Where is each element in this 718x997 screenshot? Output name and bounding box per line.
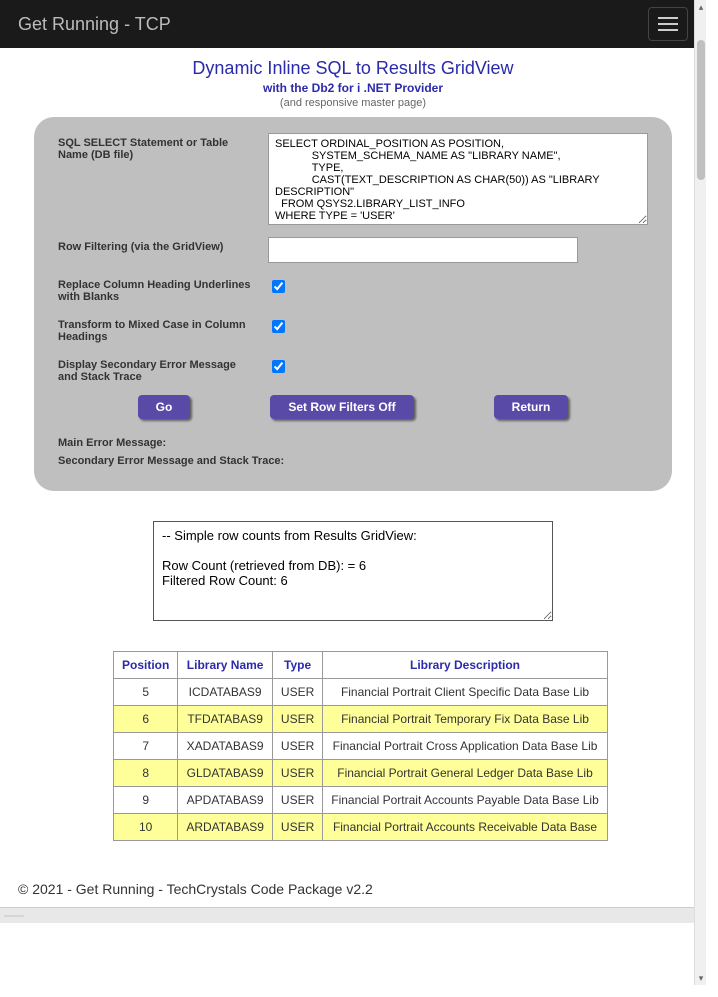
table-cell: Financial Portrait Client Specific Data … <box>323 679 607 706</box>
table-cell: Financial Portrait Accounts Payable Data… <box>323 787 607 814</box>
table-cell: TFDATABAS9 <box>178 706 273 733</box>
table-cell: USER <box>272 814 322 841</box>
mixed-case-label: Transform to Mixed Case in Column Headin… <box>58 315 268 343</box>
vertical-scrollbar[interactable]: ▴ ▾ <box>694 0 706 985</box>
sql-textarea[interactable] <box>268 133 648 225</box>
navbar: Get Running - TCP <box>0 0 706 48</box>
table-cell: GLDATABAS9 <box>178 760 273 787</box>
set-row-filters-off-button[interactable]: Set Row Filters Off <box>270 395 413 419</box>
table-cell: Financial Portrait Temporary Fix Data Ba… <box>323 706 607 733</box>
go-button[interactable]: Go <box>138 395 191 419</box>
navbar-brand[interactable]: Get Running - TCP <box>18 14 171 35</box>
table-row[interactable]: 5ICDATABAS9USERFinancial Portrait Client… <box>114 679 608 706</box>
table-cell: XADATABAS9 <box>178 733 273 760</box>
return-button[interactable]: Return <box>494 395 569 419</box>
col-header-position[interactable]: Position <box>114 652 178 679</box>
table-cell: ARDATABAS9 <box>178 814 273 841</box>
results-grid: Position Library Name Type Library Descr… <box>113 651 608 841</box>
mixed-case-checkbox[interactable] <box>272 320 285 333</box>
scroll-up-arrow[interactable]: ▴ <box>697 2 705 12</box>
table-cell: USER <box>272 733 322 760</box>
scroll-down-arrow[interactable]: ▾ <box>697 973 705 983</box>
page-title: Dynamic Inline SQL to Results GridView <box>0 58 706 79</box>
table-cell: APDATABAS9 <box>178 787 273 814</box>
status-bar: > <box>0 907 706 923</box>
stack-trace-checkbox[interactable] <box>272 360 285 373</box>
row-filter-label: Row Filtering (via the GridView) <box>58 237 268 253</box>
replace-underlines-checkbox[interactable] <box>272 280 285 293</box>
sql-label: SQL SELECT Statement or Table Name (DB f… <box>58 133 268 161</box>
form-panel: SQL SELECT Statement or Table Name (DB f… <box>34 117 672 491</box>
page-subtitle: with the Db2 for i .NET Provider <box>0 81 706 95</box>
table-cell: 6 <box>114 706 178 733</box>
row-count-log[interactable] <box>153 521 553 621</box>
col-header-library-name[interactable]: Library Name <box>178 652 273 679</box>
main-error-label: Main Error Message: <box>58 437 648 449</box>
table-cell: Financial Portrait General Ledger Data B… <box>323 760 607 787</box>
table-row[interactable]: 10ARDATABAS9USERFinancial Portrait Accou… <box>114 814 608 841</box>
table-cell: Financial Portrait Accounts Receivable D… <box>323 814 607 841</box>
table-cell: 7 <box>114 733 178 760</box>
table-row[interactable]: 8GLDATABAS9USERFinancial Portrait Genera… <box>114 760 608 787</box>
status-left <box>4 915 24 917</box>
table-cell: Financial Portrait Cross Application Dat… <box>323 733 607 760</box>
grid-header-row: Position Library Name Type Library Descr… <box>114 652 608 679</box>
table-cell: USER <box>272 787 322 814</box>
secondary-error-label: Secondary Error Message and Stack Trace: <box>58 455 648 467</box>
table-cell: 10 <box>114 814 178 841</box>
table-cell: USER <box>272 706 322 733</box>
table-cell: USER <box>272 760 322 787</box>
button-row: Go Set Row Filters Off Return <box>58 395 648 419</box>
page-footer: © 2021 - Get Running - TechCrystals Code… <box>18 881 706 897</box>
results-grid-wrap: Position Library Name Type Library Descr… <box>113 651 593 841</box>
table-row[interactable]: 7XADATABAS9USERFinancial Portrait Cross … <box>114 733 608 760</box>
table-cell: 9 <box>114 787 178 814</box>
table-cell: ICDATABAS9 <box>178 679 273 706</box>
col-header-library-description[interactable]: Library Description <box>323 652 607 679</box>
table-row[interactable]: 9APDATABAS9USERFinancial Portrait Accoun… <box>114 787 608 814</box>
scroll-thumb[interactable] <box>697 40 705 180</box>
replace-underlines-label: Replace Column Heading Underlines with B… <box>58 275 268 303</box>
page-note: (and responsive master page) <box>0 97 706 109</box>
row-filter-input[interactable] <box>268 237 578 263</box>
table-cell: USER <box>272 679 322 706</box>
stack-trace-label: Display Secondary Error Message and Stac… <box>58 355 268 383</box>
page-headline: Dynamic Inline SQL to Results GridView w… <box>0 58 706 109</box>
menu-toggle-button[interactable] <box>648 7 688 41</box>
table-cell: 5 <box>114 679 178 706</box>
col-header-type[interactable]: Type <box>272 652 322 679</box>
table-row[interactable]: 6TFDATABAS9USERFinancial Portrait Tempor… <box>114 706 608 733</box>
table-cell: 8 <box>114 760 178 787</box>
